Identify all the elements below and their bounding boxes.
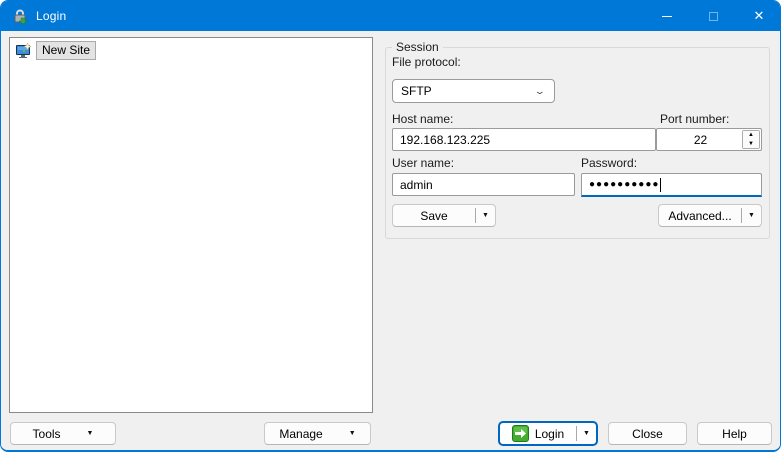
password-label: Password: xyxy=(581,156,638,170)
new-site-icon xyxy=(16,42,32,58)
file-protocol-value: SFTP xyxy=(401,84,432,98)
tools-menu-button[interactable]: Tools ▼ xyxy=(10,422,116,445)
file-protocol-select[interactable]: SFTP ⌄ xyxy=(392,79,555,103)
close-dialog-button[interactable]: Close xyxy=(608,422,687,445)
chevron-down-icon: ⌄ xyxy=(534,85,547,96)
help-button[interactable]: Help xyxy=(697,422,772,445)
dropdown-arrow-icon: ▼ xyxy=(482,212,489,219)
advanced-split-button[interactable]: Advanced... ▼ xyxy=(658,204,762,227)
dropdown-arrow-icon: ▼ xyxy=(86,430,94,437)
login-dropdown-arrow[interactable]: ▼ xyxy=(577,423,596,444)
login-button-label: Login xyxy=(534,426,565,441)
spin-up-icon[interactable]: ▲ xyxy=(742,131,759,140)
dropdown-arrow-icon: ▼ xyxy=(748,212,755,219)
port-spinner[interactable]: ▲ ▼ xyxy=(741,130,760,149)
tools-button-label: Tools xyxy=(32,426,61,441)
maximize-icon xyxy=(708,11,718,21)
text-caret xyxy=(660,177,662,192)
maximize-button xyxy=(690,1,736,31)
manage-menu-button[interactable]: Manage ▼ xyxy=(264,422,371,445)
session-group-label: Session xyxy=(392,40,443,54)
save-split-button[interactable]: Save ▼ xyxy=(392,204,496,227)
list-item-new-site[interactable]: New Site xyxy=(15,41,372,60)
advanced-button[interactable]: Advanced... xyxy=(659,205,741,226)
save-button[interactable]: Save xyxy=(393,205,475,226)
list-item-label[interactable]: New Site xyxy=(36,41,97,60)
advanced-dropdown-arrow[interactable]: ▼ xyxy=(742,205,761,226)
dialog-body: New Site Session File protocol: SFTP ⌄ H… xyxy=(1,31,780,450)
dropdown-arrow-icon: ▼ xyxy=(583,430,590,437)
port-number-input[interactable]: 22 ▲ ▼ xyxy=(656,128,762,151)
site-list[interactable]: New Site xyxy=(9,37,373,413)
login-split-button[interactable]: Login ▼ xyxy=(498,421,598,446)
port-number-value: 22 xyxy=(693,132,708,147)
port-number-label: Port number: xyxy=(660,112,730,126)
password-masked-value: ●●●●●●●●●● xyxy=(589,179,660,190)
login-green-arrow-icon xyxy=(511,425,529,442)
file-protocol-label: File protocol: xyxy=(392,55,461,69)
save-dropdown-arrow[interactable]: ▼ xyxy=(476,205,495,226)
host-name-label: Host name: xyxy=(392,112,454,126)
dropdown-arrow-icon: ▼ xyxy=(348,430,356,437)
user-name-label: User name: xyxy=(392,156,455,170)
login-button[interactable]: Login xyxy=(500,423,576,444)
titlebar[interactable]: Login ✕ xyxy=(1,1,780,31)
host-name-value: 192.168.123.225 xyxy=(400,132,491,147)
close-icon: ✕ xyxy=(753,8,765,23)
user-name-input[interactable]: admin xyxy=(392,173,575,196)
advanced-button-label: Advanced... xyxy=(668,208,732,223)
save-button-label: Save xyxy=(420,208,448,223)
user-name-value: admin xyxy=(400,177,433,192)
help-button-label: Help xyxy=(722,426,747,441)
manage-button-label: Manage xyxy=(279,426,323,441)
winscp-login-lock-icon xyxy=(14,9,28,24)
window-title: Login xyxy=(36,9,67,23)
minimize-button[interactable] xyxy=(644,1,690,31)
password-input[interactable]: ●●●●●●●●●● xyxy=(581,173,762,197)
login-dialog-window: Login ✕ New Site Session File protocol: … xyxy=(0,0,781,452)
close-button-label: Close xyxy=(632,426,663,441)
close-button[interactable]: ✕ xyxy=(736,1,780,31)
spin-down-icon[interactable]: ▼ xyxy=(742,139,759,148)
host-name-input[interactable]: 192.168.123.225 xyxy=(392,128,656,151)
minimize-icon xyxy=(662,15,672,17)
